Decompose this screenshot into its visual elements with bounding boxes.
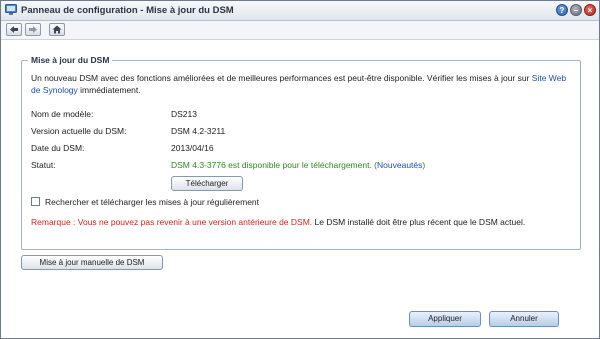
note-info-text: Le DSM installé doit être plus récent qu… bbox=[312, 217, 526, 227]
status-close-paren: ) bbox=[422, 160, 426, 170]
minimize-button[interactable]: – bbox=[570, 4, 582, 16]
description-text-1: Un nouveau DSM avec des fonctions amélio… bbox=[31, 73, 532, 83]
current-version-value: DSM 4.2-3211 bbox=[171, 126, 226, 136]
status-label: Statut: bbox=[31, 160, 56, 170]
arrow-left-icon bbox=[10, 26, 18, 33]
dsm-date-value: 2013/04/16 bbox=[171, 143, 214, 153]
section-legend: Mise à jour du DSM bbox=[28, 55, 113, 65]
note-warning-text: Remarque : Vous ne pouvez pas revenir à … bbox=[31, 217, 313, 227]
cancel-button[interactable]: Annuler bbox=[489, 311, 559, 327]
home-icon bbox=[52, 25, 62, 34]
apply-button[interactable]: Appliquer bbox=[409, 311, 481, 327]
control-panel-window: Panneau de configuration - Mise à jour d… bbox=[0, 0, 600, 339]
dsm-date-label: Date du DSM: bbox=[31, 143, 85, 153]
control-panel-icon bbox=[5, 4, 17, 15]
window-title: Panneau de configuration - Mise à jour d… bbox=[21, 5, 234, 16]
navigation-toolbar bbox=[1, 21, 599, 40]
title-bar: Panneau de configuration - Mise à jour d… bbox=[1, 1, 599, 21]
minimize-icon: – bbox=[573, 6, 579, 15]
downgrade-note: Remarque : Vous ne pouvez pas revenir à … bbox=[31, 216, 576, 228]
status-value: DSM 4.3-3776 est disponible pour le télé… bbox=[171, 160, 425, 170]
help-button[interactable]: ? bbox=[556, 4, 568, 16]
description-text-2: immédiatement. bbox=[77, 85, 141, 95]
status-text: DSM 4.3-3776 est disponible pour le télé… bbox=[171, 160, 378, 170]
release-notes-link[interactable]: Nouveautés bbox=[377, 160, 422, 170]
forward-button[interactable] bbox=[25, 23, 41, 36]
manual-update-button[interactable]: Mise à jour manuelle de DSM bbox=[21, 255, 163, 270]
back-button[interactable] bbox=[6, 23, 22, 36]
update-description: Un nouveau DSM avec des fonctions amélio… bbox=[31, 72, 576, 96]
auto-update-label: Rechercher et télécharger les mises à jo… bbox=[45, 197, 260, 207]
current-version-label: Version actuelle du DSM: bbox=[31, 126, 127, 136]
home-button[interactable] bbox=[49, 23, 65, 36]
close-icon: × bbox=[587, 6, 593, 15]
auto-update-checkbox[interactable] bbox=[31, 197, 40, 206]
model-name-value: DS213 bbox=[171, 109, 197, 119]
close-button[interactable]: × bbox=[584, 4, 596, 16]
model-name-label: Nom de modèle: bbox=[31, 109, 94, 119]
arrow-right-icon bbox=[29, 26, 37, 33]
help-icon: ? bbox=[559, 6, 565, 15]
download-button[interactable]: Télécharger bbox=[171, 176, 243, 191]
